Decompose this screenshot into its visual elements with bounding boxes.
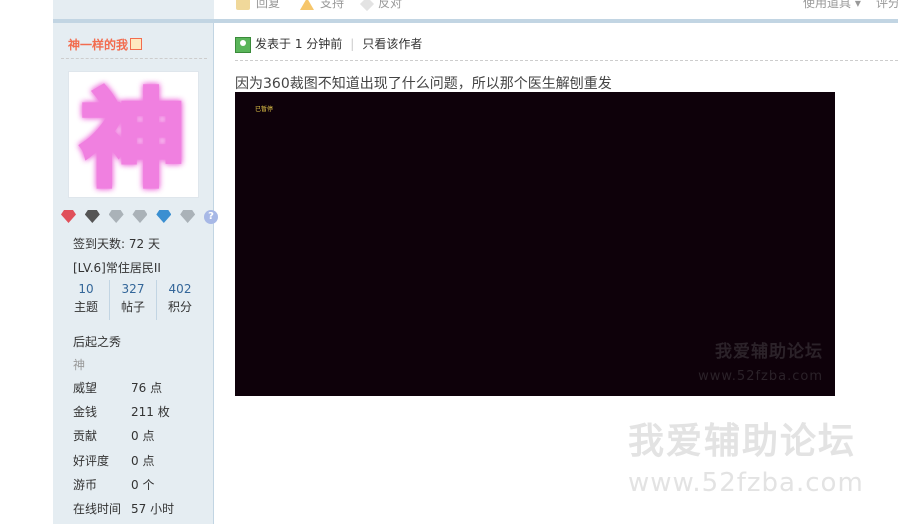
stat-posts-label: 帖子 (120, 300, 145, 314)
detail-row: 贡献 0 点 (73, 427, 154, 444)
detail-value: 57 小时 (131, 502, 175, 516)
custom-title: 神 (73, 358, 86, 372)
stat-points-num: 402 (168, 282, 192, 296)
dark-gem-medal-icon[interactable] (84, 210, 100, 223)
reply-action[interactable]: 回复 (236, 0, 280, 10)
medal-help-icon[interactable]: ? (203, 209, 218, 224)
signin-days: 签到天数: 72 天 (73, 237, 160, 251)
reply-label: 回复 (256, 0, 281, 10)
post-time: 发表于 1 分钟前 (255, 37, 343, 51)
thumbs-down-icon (359, 0, 375, 11)
user-stats: 10 主题 327 帖子 402 积分 (63, 280, 203, 320)
thumbs-up-icon (300, 0, 314, 10)
post-action-bar: 回复 支持 反对 使用道具 ▾ 评分 (0, 0, 898, 20)
medal-row: ? (61, 209, 223, 225)
detail-row: 好评度 0 点 (73, 452, 154, 469)
post-body-text: 因为360裁图不知道出现了什么问题，所以那个医生解刨重发 (235, 76, 612, 92)
support-action[interactable]: 支持 (300, 0, 344, 10)
use-tools-label: 使用道具 (803, 0, 852, 10)
detail-row: 游币 0 个 (73, 476, 154, 493)
stat-threads-label: 主题 (73, 300, 98, 314)
detail-value: 0 个 (131, 478, 155, 492)
stat-posts-num: 327 (121, 282, 145, 296)
meta-separator: | (350, 37, 355, 51)
detail-key: 在线时间 (73, 502, 122, 516)
stat-points[interactable]: 402 积分 (156, 280, 203, 320)
chevron-down-icon: ▾ (851, 0, 861, 10)
meta-separator-line (235, 60, 898, 61)
red-gem-medal-icon[interactable] (61, 210, 76, 223)
author-name-text: 神一样的我 (68, 38, 129, 52)
detail-row: 金钱 211 枚 (73, 403, 170, 420)
detail-row: 威望 76 点 (73, 379, 162, 396)
stat-threads[interactable]: 10 主题 (63, 280, 109, 320)
image-watermark-url: www.52fzba.com (698, 369, 823, 384)
detail-key: 威望 (73, 381, 98, 395)
author-only-link[interactable]: 只看该作者 (362, 37, 422, 51)
blue-gem-medal-icon[interactable] (156, 210, 172, 223)
sidebar-top-strip (53, 0, 214, 20)
silver-gem-medal-icon[interactable] (108, 210, 124, 223)
rate-action[interactable]: 评分 (876, 0, 898, 10)
oppose-action[interactable]: 反对 (359, 0, 403, 11)
online-status-icon (235, 36, 251, 53)
paused-label: 已暂停 (255, 106, 274, 113)
gender-icon (130, 38, 143, 50)
post-image[interactable]: 已暂停 我爱辅助论坛 www.52fzba.com (235, 92, 835, 396)
sidebar-separator (61, 58, 207, 59)
svg-text:神: 神 (81, 79, 185, 197)
detail-key: 金钱 (73, 405, 98, 419)
user-level[interactable]: [LV.6]常住居民II (73, 259, 161, 276)
support-label: 支持 (320, 0, 345, 10)
post-meta: 发表于 1 分钟前 | 只看该作者 (235, 35, 422, 53)
stat-points-label: 积分 (167, 300, 192, 314)
avatar-image: 神 (78, 77, 187, 204)
author-name[interactable]: 神一样的我 (68, 36, 143, 53)
oppose-label: 反对 (378, 0, 403, 10)
detail-row: 在线时间 57 小时 (73, 500, 174, 517)
silver-gem-medal-icon[interactable] (132, 210, 148, 223)
image-watermark-text: 我爱辅助论坛 (715, 342, 823, 362)
stat-threads-num: 10 (78, 282, 94, 296)
stat-posts[interactable]: 327 帖子 (109, 280, 156, 320)
use-tools-action[interactable]: 使用道具 ▾ (803, 0, 861, 10)
detail-value: 0 点 (131, 454, 155, 468)
detail-value: 211 枚 (131, 405, 170, 419)
detail-key: 好评度 (73, 454, 110, 468)
detail-key: 贡献 (73, 429, 98, 443)
detail-value: 0 点 (131, 429, 155, 443)
author-sidebar: 神一样的我 神 ? 签到天数: 72 天 [LV.6]常住居民II 10 主题 (53, 23, 218, 524)
reply-icon (236, 0, 250, 10)
detail-key: 游币 (73, 478, 98, 492)
avatar[interactable]: 神 (68, 71, 199, 204)
page-watermark-url: www.52fzba.com (628, 468, 864, 498)
page-watermark-text: 我爱辅助论坛 (628, 421, 857, 462)
rate-label: 评分 (876, 0, 898, 10)
detail-value: 76 点 (131, 381, 163, 395)
silver-gem-medal-icon[interactable] (180, 210, 196, 223)
user-rank: 后起之秀 (73, 335, 122, 349)
